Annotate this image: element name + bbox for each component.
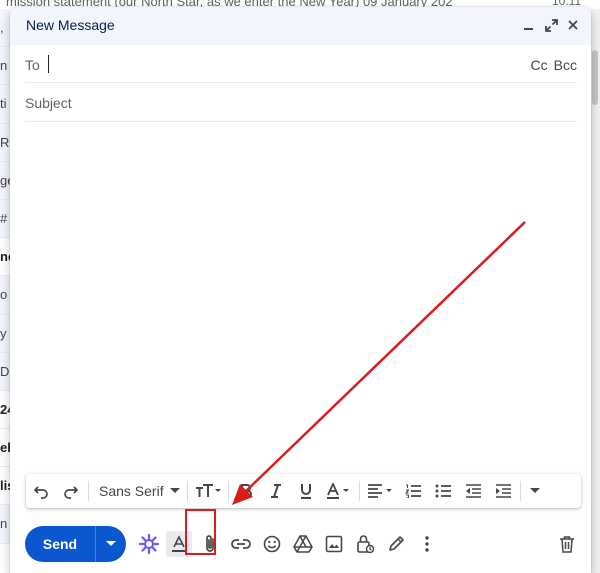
indent-less-icon[interactable]: [458, 474, 488, 508]
message-body[interactable]: [25, 125, 577, 465]
inbox-row[interactable]: ge: [0, 161, 10, 200]
link-icon[interactable]: [228, 531, 254, 557]
undo-icon[interactable]: [26, 474, 56, 508]
inbox-row[interactable]: el: [0, 429, 10, 468]
subject-input[interactable]: [25, 84, 577, 121]
redo-icon[interactable]: [56, 474, 86, 508]
text-color-icon[interactable]: [321, 474, 357, 508]
minimize-icon[interactable]: [521, 16, 537, 34]
drive-icon[interactable]: [290, 531, 316, 557]
to-label: To: [25, 57, 40, 73]
toolbar-separator: [228, 481, 229, 501]
compose-title: New Message: [26, 17, 115, 33]
cc-bcc-links: Cc Bcc: [531, 57, 577, 73]
signature-icon[interactable]: [383, 531, 409, 557]
emoji-icon[interactable]: [259, 531, 285, 557]
inbox-rows: , n C ti R ge # ne o y Do 24 el lis n: [0, 9, 10, 544]
chevron-down-icon: [106, 541, 116, 546]
inbox-row[interactable]: n: [0, 505, 10, 544]
align-icon[interactable]: [362, 474, 398, 508]
inbox-row[interactable]: Do: [0, 352, 10, 391]
inbox-row[interactable]: 24: [0, 390, 10, 430]
toolbar-separator: [359, 481, 360, 501]
schedule-send-dropdown[interactable]: [96, 526, 126, 562]
more-options-icon[interactable]: [414, 531, 440, 557]
underline-icon[interactable]: [291, 474, 321, 508]
page-scrollbar-thumb[interactable]: [592, 50, 598, 105]
toolbar-separator: [88, 481, 89, 501]
toolbar-separator: [520, 481, 521, 501]
popout-icon[interactable]: [543, 16, 559, 34]
inbox-row[interactable]: ti: [0, 85, 10, 124]
inbox-row[interactable]: o: [0, 276, 10, 315]
indent-more-icon[interactable]: [488, 474, 518, 508]
toolbar-separator: [187, 481, 188, 501]
send-button[interactable]: Send: [25, 526, 95, 562]
photo-icon[interactable]: [321, 531, 347, 557]
cc-link[interactable]: Cc: [531, 57, 548, 73]
chevron-down-icon: [169, 488, 180, 493]
numbered-list-icon[interactable]: [398, 474, 428, 508]
send-button-group: Send: [25, 526, 126, 562]
more-formatting-icon[interactable]: [523, 474, 547, 508]
trash-icon[interactable]: [554, 531, 580, 557]
italic-icon[interactable]: [261, 474, 291, 508]
formatting-toolbar: Sans Serif: [26, 474, 581, 508]
font-selector[interactable]: Sans Serif: [91, 474, 185, 508]
gemini-icon[interactable]: [136, 531, 162, 557]
confidential-icon[interactable]: [352, 531, 378, 557]
bcc-link[interactable]: Bcc: [554, 57, 577, 73]
bulleted-list-icon[interactable]: [428, 474, 458, 508]
inbox-row[interactable]: ,: [0, 9, 10, 48]
compose-header[interactable]: New Message: [10, 7, 591, 45]
subject-field: [25, 84, 577, 122]
inbox-row[interactable]: lis: [0, 467, 10, 506]
font-name: Sans Serif: [99, 483, 164, 499]
to-field[interactable]: To Cc Bcc: [25, 45, 577, 83]
inbox-row[interactable]: R: [0, 123, 10, 162]
text-caret: [48, 55, 49, 73]
inbox-row[interactable]: n C: [0, 47, 10, 86]
inbox-row[interactable]: ne: [0, 238, 10, 277]
inbox-row[interactable]: #: [0, 199, 10, 239]
window-controls: [521, 16, 581, 34]
annotation-highlight-box: [185, 509, 216, 555]
inbox-row[interactable]: y: [0, 314, 10, 353]
compose-window: New Message To Cc Bcc Subject Sans Serif…: [10, 7, 591, 573]
text-size-icon[interactable]: [190, 474, 226, 508]
bold-icon[interactable]: [231, 474, 261, 508]
close-icon[interactable]: [565, 16, 581, 34]
